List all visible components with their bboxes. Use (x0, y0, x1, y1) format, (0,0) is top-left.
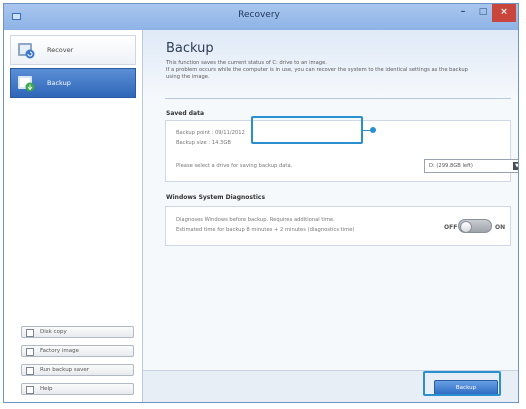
app-icon (12, 13, 21, 20)
help-button[interactable]: Help (21, 383, 134, 395)
minimize-button[interactable]: – (452, 4, 474, 22)
sidebar-item-backup[interactable]: Backup (10, 68, 136, 98)
factory-image-button[interactable]: Factory image (21, 345, 134, 357)
toggle-on-label: ON (495, 224, 506, 231)
drive-select-value: D: (299.8GB left) (429, 163, 473, 169)
main-header: Backup This function saves the current s… (143, 30, 518, 100)
divider (165, 98, 511, 99)
description-line: This function saves the current status o… (166, 60, 327, 66)
recover-icon (18, 43, 35, 59)
maximize-button[interactable]: □ (474, 4, 492, 22)
sidebar-item-label: Backup (47, 79, 71, 87)
diagnostics-description: Diagnoses Windows before backup. Require… (176, 217, 335, 223)
diagnostics-estimate: Estimated time for backup 8 minutes + 2 … (176, 227, 355, 233)
diagnostics-heading: Windows System Diagnostics (166, 194, 266, 201)
tool-label: Factory image (40, 348, 79, 354)
recovery-window: Recovery – □ × Recover Backup Disk copy … (3, 3, 519, 403)
backup-button-highlight (423, 371, 501, 396)
run-backup-icon (26, 367, 34, 375)
main-panel: Backup This function saves the current s… (143, 30, 518, 402)
sidebar-item-recover[interactable]: Recover (10, 35, 136, 65)
diagnostics-toggle[interactable] (458, 219, 492, 233)
drive-select[interactable]: D: (299.8GB left) ▼ (424, 159, 518, 173)
backup-point-text: Backup point : 09/11/2012 (176, 130, 245, 136)
sidebar: Recover Backup Disk copy Factory image R… (4, 30, 143, 402)
description-line: If a problem occurs while the computer i… (166, 67, 468, 73)
run-backup-saver-button[interactable]: Run backup saver (21, 364, 134, 376)
sidebar-item-label: Recover (47, 46, 74, 54)
saved-data-heading: Saved data (166, 110, 204, 117)
drive-select-prompt: Please select a drive for saving backup … (176, 163, 293, 169)
title-bar: Recovery – □ × (4, 4, 518, 30)
toggle-off-label: OFF (444, 224, 458, 231)
drive-select-highlight (251, 116, 363, 144)
factory-image-icon (26, 348, 34, 356)
tool-label: Disk copy (40, 329, 67, 335)
diagnostics-panel: Diagnoses Windows before backup. Require… (165, 206, 511, 246)
description-line: using the image. (166, 74, 210, 80)
toggle-knob[interactable] (460, 221, 472, 233)
page-description: This function saves the current status o… (166, 60, 511, 81)
disk-copy-icon (26, 329, 34, 337)
backup-size-text: Backup size : 14.3GB (176, 140, 231, 146)
help-icon (26, 386, 34, 394)
window-title: Recovery (238, 10, 280, 20)
tool-label: Run backup saver (40, 367, 90, 373)
tool-label: Help (40, 386, 53, 392)
callout-marker (370, 127, 376, 133)
chevron-down-icon[interactable]: ▼ (513, 162, 518, 170)
backup-icon (18, 76, 35, 92)
page-title: Backup (166, 41, 214, 56)
disk-copy-button[interactable]: Disk copy (21, 326, 134, 338)
close-button[interactable]: × (492, 4, 516, 22)
